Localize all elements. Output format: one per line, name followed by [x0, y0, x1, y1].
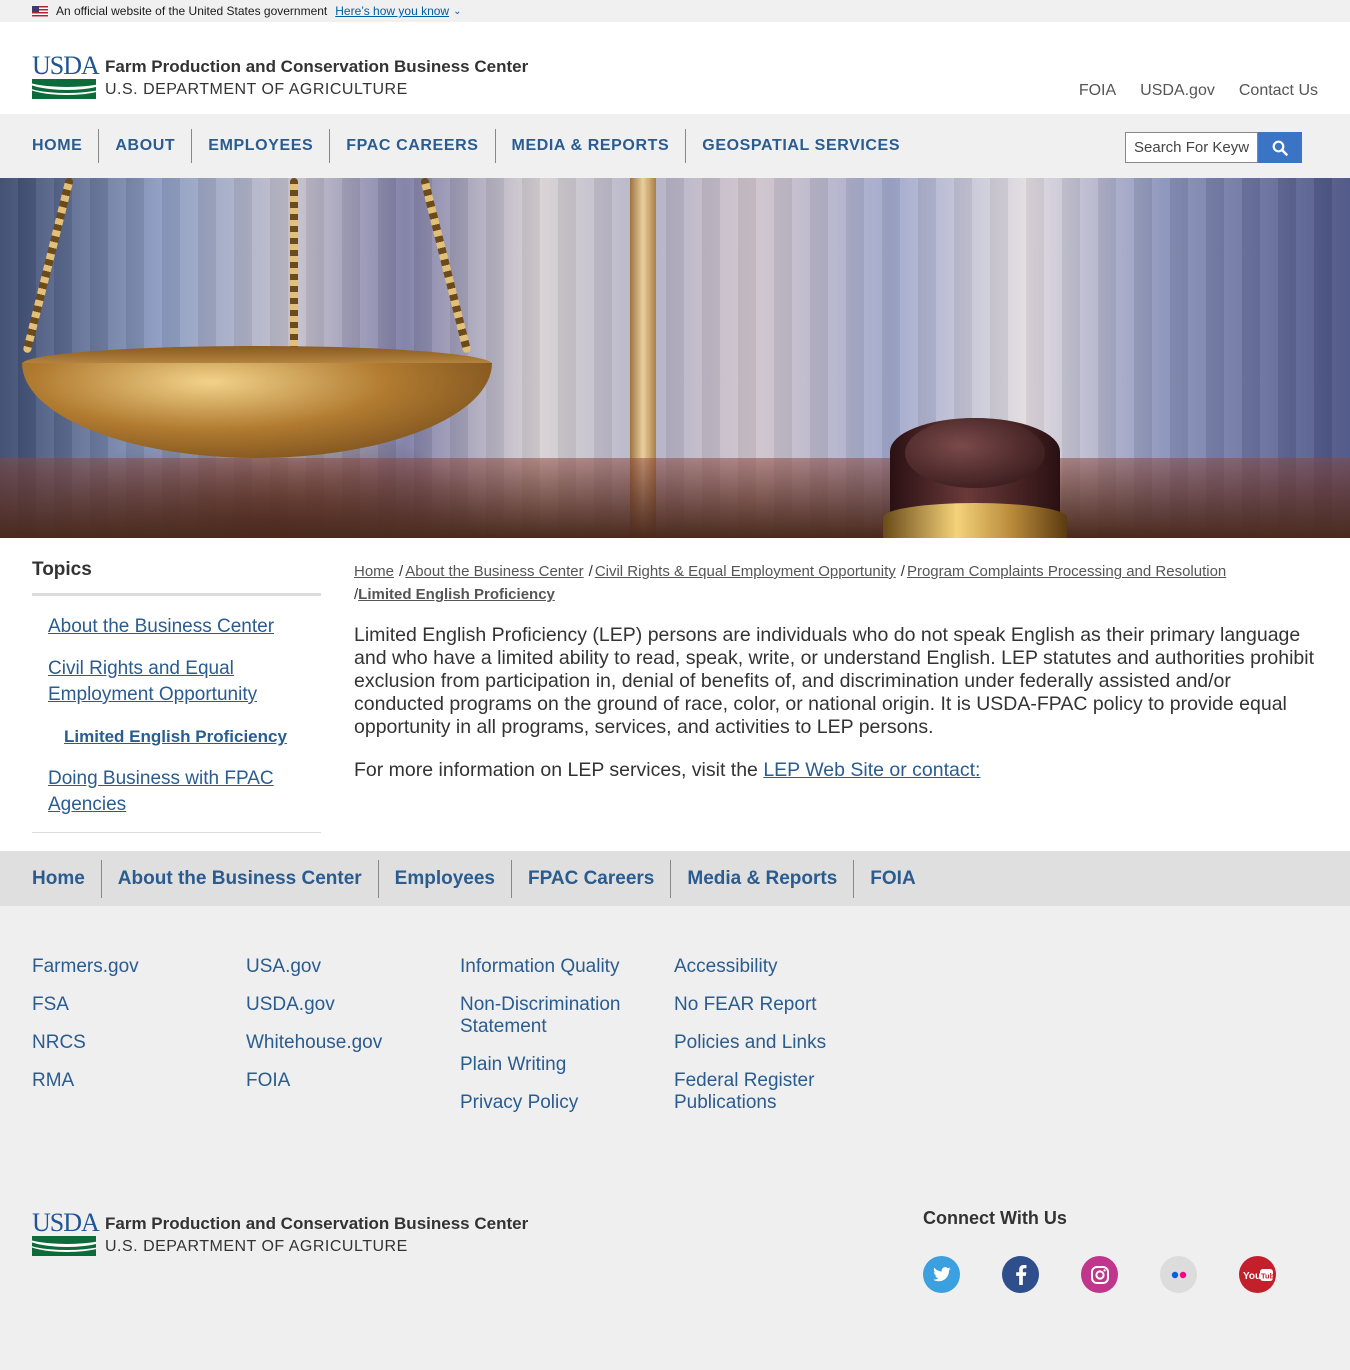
search-input[interactable]	[1125, 132, 1258, 163]
footer-link-policies-links[interactable]: Policies and Links	[674, 1032, 888, 1054]
footer-column: Farmers.gov FSA NRCS RMA	[32, 956, 246, 1130]
flickr-icon[interactable]	[1160, 1256, 1197, 1293]
breadcrumb: Home / About the Business Center / Civil Rig…	[354, 563, 1227, 603]
footer-link-farmers-gov[interactable]: Farmers.gov	[32, 956, 246, 978]
footer-column: Accessibility No FEAR Report Policies an…	[674, 956, 888, 1130]
breadcrumb-current[interactable]: Limited English Proficiency	[358, 586, 555, 603]
footer-agency-name: Farm Production and Conservation Busines…	[105, 1214, 529, 1233]
footer-nav-about[interactable]: About the Business Center	[100, 859, 378, 898]
utility-link-contact-us[interactable]: Contact Us	[1239, 82, 1318, 100]
nav-item-employees[interactable]: EMPLOYEES	[191, 129, 329, 163]
nav-item-media-reports[interactable]: MEDIA & REPORTS	[494, 129, 686, 163]
footer-link-federal-register[interactable]: Federal Register Publications	[674, 1070, 834, 1114]
main-article: Home / About the Business Center / Civil Rig…	[354, 560, 1316, 802]
connect-title: Connect With Us	[923, 1208, 1067, 1228]
facebook-icon[interactable]	[1002, 1256, 1039, 1293]
footer-nav-foia[interactable]: FOIA	[853, 859, 931, 898]
sidebar-title: Topics	[32, 538, 321, 596]
footer-link-usda-gov[interactable]: USDA.gov	[246, 994, 460, 1016]
twitter-icon[interactable]	[923, 1256, 960, 1293]
search-button[interactable]	[1258, 132, 1302, 163]
nav-item-about[interactable]: ABOUT	[98, 129, 191, 163]
agency-name: Farm Production and Conservation Busines…	[105, 57, 529, 76]
svg-text:Tube: Tube	[1261, 1271, 1273, 1280]
gov-banner-text: An official website of the United States…	[56, 4, 328, 18]
svg-text:You: You	[1243, 1271, 1261, 1282]
footer-link-accessibility[interactable]: Accessibility	[674, 956, 888, 978]
search-form	[1125, 132, 1302, 163]
nav-item-fpac-careers[interactable]: FPAC CAREERS	[329, 129, 494, 163]
footer-link-usa-gov[interactable]: USA.gov	[246, 956, 460, 978]
footer-nav: Home About the Business Center Employees…	[0, 851, 1350, 906]
breadcrumb-program-complaints[interactable]: Program Complaints Processing and Resolu…	[907, 563, 1226, 580]
footer-department-name: U.S. DEPARTMENT OF AGRICULTURE	[105, 1238, 408, 1255]
footer-link-privacy-policy[interactable]: Privacy Policy	[460, 1092, 674, 1114]
page-content: Topics About the Business Center Civil R…	[0, 538, 1350, 851]
footer-links: Farmers.gov FSA NRCS RMA USA.gov USDA.go…	[32, 956, 888, 1130]
main-nav: HOME ABOUT EMPLOYEES FPAC CAREERS MEDIA …	[0, 114, 1350, 178]
lep-web-site-link[interactable]: LEP Web Site or contact:	[763, 759, 980, 781]
footer-column: USA.gov USDA.gov Whitehouse.gov FOIA	[246, 956, 460, 1130]
site-header: USDA Farm Production and Conservation Bu…	[0, 22, 1350, 114]
footer-nav-fpac-careers[interactable]: FPAC Careers	[511, 859, 670, 898]
footer-column: Information Quality Non-Discrimination S…	[460, 956, 674, 1130]
footer-link-fsa[interactable]: FSA	[32, 994, 246, 1016]
footer-link-foia[interactable]: FOIA	[246, 1070, 460, 1092]
usda-logo-icon: USDA	[32, 53, 100, 99]
breadcrumb-civil-rights[interactable]: Civil Rights & Equal Employment Opportun…	[595, 563, 896, 580]
utility-link-foia[interactable]: FOIA	[1079, 82, 1116, 100]
nav-item-geospatial-services[interactable]: GEOSPATIAL SERVICES	[685, 129, 916, 163]
footer-link-whitehouse-gov[interactable]: Whitehouse.gov	[246, 1032, 460, 1054]
topics-sidebar: Topics About the Business Center Civil R…	[32, 538, 321, 833]
site-footer: Farmers.gov FSA NRCS RMA USA.gov USDA.go…	[0, 906, 1350, 1370]
footer-link-rma[interactable]: RMA	[32, 1070, 246, 1092]
sidebar-item-about-business-center[interactable]: About the Business Center	[48, 614, 321, 640]
sidebar-item-civil-rights[interactable]: Civil Rights and Equal Employment Opport…	[48, 656, 288, 708]
breadcrumb-home[interactable]: Home	[354, 563, 394, 580]
site-logo[interactable]: USDA Farm Production and Conservation Bu…	[32, 53, 529, 102]
hero-image-scales-and-gavel	[0, 178, 1350, 538]
footer-nav-media-reports[interactable]: Media & Reports	[670, 859, 853, 898]
chevron-down-icon[interactable]: ⌄	[453, 6, 461, 17]
utility-link-usda-gov[interactable]: USDA.gov	[1140, 82, 1215, 100]
lep-description: Limited English Proficiency (LEP) person…	[354, 624, 1315, 738]
breadcrumb-about[interactable]: About the Business Center	[405, 563, 583, 580]
sidebar-item-limited-english-proficiency[interactable]: Limited English Proficiency	[64, 724, 321, 750]
heres-how-you-know-link[interactable]: Here’s how you know	[335, 4, 449, 18]
gov-banner: An official website of the United States…	[0, 0, 1350, 22]
youtube-icon[interactable]: YouTube	[1239, 1256, 1276, 1293]
connect-with-us: Connect With Us YouTube	[923, 1208, 1276, 1293]
utility-links: FOIA USDA.gov Contact Us	[1079, 82, 1318, 100]
instagram-icon[interactable]	[1081, 1256, 1118, 1293]
footer-nav-employees[interactable]: Employees	[377, 859, 511, 898]
footer-nav-home[interactable]: Home	[32, 860, 101, 898]
search-icon	[1272, 140, 1288, 156]
footer-link-no-fear-report[interactable]: No FEAR Report	[674, 994, 888, 1016]
lep-more-info: For more information on LEP services, vi…	[354, 759, 981, 781]
footer-link-nrcs[interactable]: NRCS	[32, 1032, 246, 1054]
sidebar-item-doing-business[interactable]: Doing Business with FPAC Agencies	[48, 766, 288, 818]
footer-link-plain-writing[interactable]: Plain Writing	[460, 1054, 674, 1076]
nav-item-home[interactable]: HOME	[32, 129, 98, 163]
footer-link-information-quality[interactable]: Information Quality	[460, 956, 674, 978]
footer-link-non-discrimination[interactable]: Non-Discrimination Statement	[460, 994, 640, 1038]
department-name: U.S. DEPARTMENT OF AGRICULTURE	[105, 81, 408, 98]
footer-logo[interactable]: USDA Farm Production and Conservation Bu…	[32, 1210, 529, 1259]
usda-logo-icon: USDA	[32, 1210, 100, 1256]
us-flag-icon	[32, 5, 48, 17]
